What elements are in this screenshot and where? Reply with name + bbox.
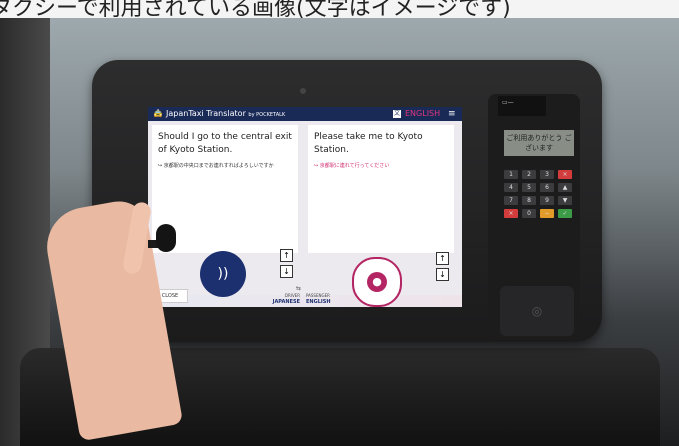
key-cancel[interactable]: × [558,170,572,179]
key-4[interactable]: 4 [504,183,518,192]
key-3[interactable]: 3 [540,170,554,179]
passenger-mic-button[interactable]: ● [352,257,402,307]
app-header: 🚖 JapanTaxi Translator by POCKETALK 文 EN… [148,107,462,121]
key-0[interactable]: 0 [522,209,536,218]
passenger-language: ENGLISH [306,299,331,305]
key-5[interactable]: 5 [522,183,536,192]
card-icon: ▭— [502,99,514,106]
driver-mic-button[interactable]: )) [200,251,246,297]
key-down[interactable]: ▼ [558,196,572,205]
camera-icon [300,88,306,94]
language-button[interactable]: ENGLISH [405,107,440,121]
driver-language: JAPANESE [272,299,300,305]
bottom-bar [148,295,462,307]
taxi-icon: 🚖 [153,109,163,118]
language-icon[interactable]: 文 [393,110,401,118]
key-9[interactable]: 9 [540,196,554,205]
key-stop[interactable]: × [504,209,518,218]
passenger-original: ↪ 京都駅に連れて行ってください [314,163,390,169]
lavalier-microphone-icon [156,224,176,252]
terminal-keypad: 1 2 3 × 4 5 6 ▲ 7 8 9 ▼ × 0 − ✓ [504,170,574,218]
driver-label: DRIVER [284,293,300,298]
driver-translation: Should I go to the central exit of Kyoto… [158,132,292,155]
microphone-icon: ● [367,272,387,292]
key-clear[interactable]: − [540,209,554,218]
passenger-label: PASSENGER [306,293,330,298]
arrow-up-icon[interactable]: ↑ [280,249,293,262]
arrow-up-icon[interactable]: ↑ [436,252,449,265]
terminal-display: ご利用ありがとう ございます [504,130,574,156]
speaker-ear-icon: )) [217,266,229,282]
passenger-scroll: ↑ ↓ [436,252,449,284]
key-1[interactable]: 1 [504,170,518,179]
key-6[interactable]: 6 [540,183,554,192]
driver-scroll: ↑ ↓ [280,249,293,281]
app-title: JapanTaxi Translator by POCKETALK [166,109,286,118]
key-8[interactable]: 8 [522,196,536,205]
passenger-panel: Please take me to Kyoto Station. ↪ 京都駅に連… [308,125,454,253]
swap-icon[interactable]: ⇆ [296,285,301,292]
driver-original: ↪ 京都駅の中央口までお連れすればよろしいですか [158,163,274,169]
key-up[interactable]: ▲ [558,183,572,192]
key-7[interactable]: 7 [504,196,518,205]
arrow-down-icon[interactable]: ↓ [280,265,293,278]
arrow-down-icon[interactable]: ↓ [436,268,449,281]
hamburger-menu-icon[interactable]: ≡ [448,107,456,121]
nfc-reader-icon[interactable]: ◎ [500,286,574,336]
key-2[interactable]: 2 [522,170,536,179]
passenger-translation: Please take me to Kyoto Station. [314,132,423,155]
translator-screen: 🚖 JapanTaxi Translator by POCKETALK 文 EN… [148,107,462,307]
key-enter[interactable]: ✓ [558,209,572,218]
